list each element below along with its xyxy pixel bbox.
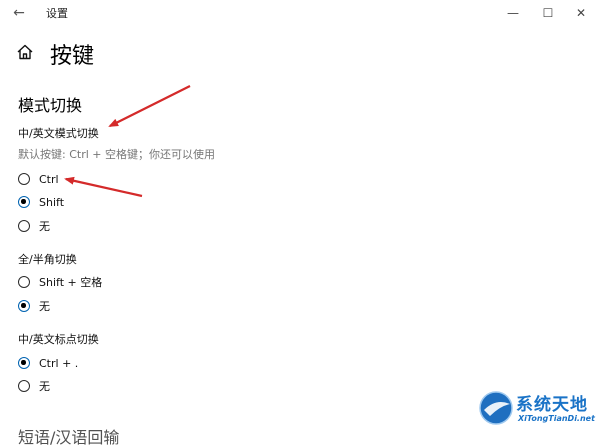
radio-label: 无 [39,380,50,393]
radio-option-ctrl-period[interactable]: Ctrl + . [18,354,78,372]
group-description: 默认按键: Ctrl + 空格键；你还可以使用 [18,148,215,161]
title-bar: ← 设置 — ☐ ✕ [0,0,600,26]
radio-option-shift[interactable]: Shift [18,193,64,211]
radio-label: 无 [39,220,50,233]
watermark-text-en: XiTongTianDi.net [518,414,595,423]
radio-label: Shift + 空格 [39,276,103,289]
radio-label: Ctrl [39,172,59,186]
watermark-text-cn: 系统天地 [516,395,588,415]
radio-label: Ctrl + . [39,356,79,370]
radio-option-none[interactable]: 无 [18,217,50,235]
back-button[interactable]: ← [8,2,30,24]
maximize-icon: ☐ [542,6,554,20]
radio-option-shift-space[interactable]: Shift + 空格 [18,273,102,291]
close-icon: ✕ [575,6,587,20]
maximize-button[interactable]: ☐ [535,2,561,24]
radio-button[interactable] [18,380,30,392]
minimize-button[interactable]: — [500,2,526,24]
radio-button[interactable] [18,173,30,185]
radio-button[interactable] [18,220,30,232]
radio-label: Shift [39,195,65,209]
radio-button-checked[interactable] [18,196,30,208]
page-title: 按键 [50,44,95,69]
window-title: 设置 [46,7,68,20]
home-icon[interactable] [16,43,34,61]
radio-option-none[interactable]: 无 [18,297,50,315]
annotation-arrow-label [108,85,191,127]
radio-option-ctrl[interactable]: Ctrl [18,170,59,188]
radio-button-checked[interactable] [18,357,30,369]
minimize-icon: — [507,6,519,20]
globe-logo-icon [479,391,513,425]
radio-button-checked[interactable] [18,300,30,312]
watermark-logo: 系统天地 XiTongTianDi.net [478,388,598,430]
section-heading-partial: 短语/汉语回输 [18,428,120,447]
arrow-left-icon: ← [13,5,25,21]
group-label-punctuation: 中/英文标点切换 [18,333,99,346]
close-button[interactable]: ✕ [568,2,594,24]
radio-label: 无 [39,300,50,313]
radio-option-none[interactable]: 无 [18,377,50,395]
radio-button[interactable] [18,276,30,288]
annotation-arrow-ctrl [64,176,143,198]
group-label-full-half-width: 全/半角切换 [18,253,77,266]
section-heading-mode-switch: 模式切换 [18,96,83,115]
group-label-cn-en-mode: 中/英文模式切换 [18,127,99,140]
